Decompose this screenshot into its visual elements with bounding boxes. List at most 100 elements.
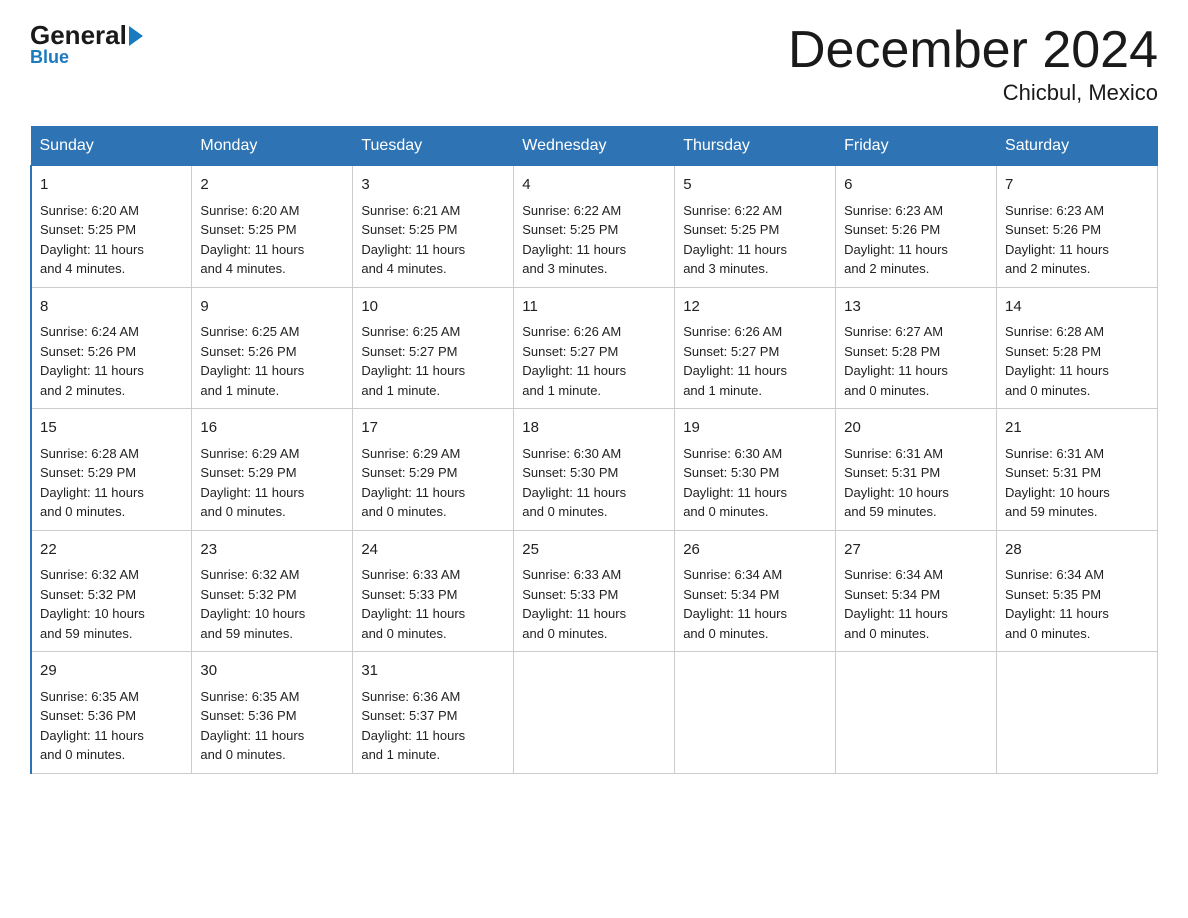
- day-info: Sunrise: 6:32 AM Sunset: 5:32 PM Dayligh…: [40, 565, 183, 643]
- day-info: Sunrise: 6:28 AM Sunset: 5:29 PM Dayligh…: [40, 444, 183, 522]
- logo: General Blue: [30, 20, 145, 68]
- calendar-week-row: 8 Sunrise: 6:24 AM Sunset: 5:26 PM Daylig…: [31, 287, 1158, 409]
- day-number: 3: [361, 174, 505, 197]
- day-info: Sunrise: 6:29 AM Sunset: 5:29 PM Dayligh…: [361, 444, 505, 522]
- day-number: 19: [683, 417, 827, 440]
- calendar-cell: 23 Sunrise: 6:32 AM Sunset: 5:32 PM Dayli…: [192, 530, 353, 652]
- header-day-saturday: Saturday: [997, 127, 1158, 166]
- day-number: 15: [40, 417, 183, 440]
- day-info: Sunrise: 6:34 AM Sunset: 5:34 PM Dayligh…: [844, 565, 988, 643]
- day-number: 26: [683, 539, 827, 562]
- logo-arrow-icon: [129, 26, 143, 46]
- calendar-cell: [514, 652, 675, 774]
- header-day-monday: Monday: [192, 127, 353, 166]
- day-info: Sunrise: 6:25 AM Sunset: 5:27 PM Dayligh…: [361, 322, 505, 400]
- calendar-cell: 6 Sunrise: 6:23 AM Sunset: 5:26 PM Daylig…: [836, 166, 997, 288]
- calendar-cell: 7 Sunrise: 6:23 AM Sunset: 5:26 PM Daylig…: [997, 166, 1158, 288]
- calendar-cell: [675, 652, 836, 774]
- day-info: Sunrise: 6:35 AM Sunset: 5:36 PM Dayligh…: [200, 687, 344, 765]
- day-number: 20: [844, 417, 988, 440]
- calendar-week-row: 1Sunrise: 6:20 AM Sunset: 5:25 PM Daylig…: [31, 166, 1158, 288]
- day-info: Sunrise: 6:29 AM Sunset: 5:29 PM Dayligh…: [200, 444, 344, 522]
- day-info: Sunrise: 6:34 AM Sunset: 5:35 PM Dayligh…: [1005, 565, 1149, 643]
- day-number: 11: [522, 296, 666, 319]
- header-day-thursday: Thursday: [675, 127, 836, 166]
- calendar-subtitle: Chicbul, Mexico: [788, 80, 1158, 106]
- day-info: Sunrise: 6:23 AM Sunset: 5:26 PM Dayligh…: [1005, 201, 1149, 279]
- calendar-cell: 3 Sunrise: 6:21 AM Sunset: 5:25 PM Daylig…: [353, 166, 514, 288]
- calendar-week-row: 22 Sunrise: 6:32 AM Sunset: 5:32 PM Dayli…: [31, 530, 1158, 652]
- calendar-cell: 27 Sunrise: 6:34 AM Sunset: 5:34 PM Dayli…: [836, 530, 997, 652]
- day-info: Sunrise: 6:27 AM Sunset: 5:28 PM Dayligh…: [844, 322, 988, 400]
- day-info: Sunrise: 6:34 AM Sunset: 5:34 PM Dayligh…: [683, 565, 827, 643]
- calendar-cell: 14 Sunrise: 6:28 AM Sunset: 5:28 PM Dayli…: [997, 287, 1158, 409]
- day-number: 29: [40, 660, 183, 683]
- day-info: Sunrise: 6:24 AM Sunset: 5:26 PM Dayligh…: [40, 322, 183, 400]
- day-number: 7: [1005, 174, 1149, 197]
- calendar-cell: 2 Sunrise: 6:20 AM Sunset: 5:25 PM Daylig…: [192, 166, 353, 288]
- calendar-cell: 9 Sunrise: 6:25 AM Sunset: 5:26 PM Daylig…: [192, 287, 353, 409]
- day-number: 30: [200, 660, 344, 683]
- calendar-cell: 26 Sunrise: 6:34 AM Sunset: 5:34 PM Dayli…: [675, 530, 836, 652]
- day-info: Sunrise: 6:20 AM Sunset: 5:25 PM Dayligh…: [40, 201, 183, 279]
- day-number: 5: [683, 174, 827, 197]
- calendar-cell: 4Sunrise: 6:22 AM Sunset: 5:25 PM Daylig…: [514, 166, 675, 288]
- calendar-cell: 28Sunrise: 6:34 AM Sunset: 5:35 PM Dayli…: [997, 530, 1158, 652]
- calendar-cell: 12 Sunrise: 6:26 AM Sunset: 5:27 PM Dayli…: [675, 287, 836, 409]
- calendar-cell: 13 Sunrise: 6:27 AM Sunset: 5:28 PM Dayli…: [836, 287, 997, 409]
- day-info: Sunrise: 6:26 AM Sunset: 5:27 PM Dayligh…: [683, 322, 827, 400]
- day-number: 22: [40, 539, 183, 562]
- day-info: Sunrise: 6:21 AM Sunset: 5:25 PM Dayligh…: [361, 201, 505, 279]
- day-info: Sunrise: 6:22 AM Sunset: 5:25 PM Dayligh…: [683, 201, 827, 279]
- calendar-week-row: 29 Sunrise: 6:35 AM Sunset: 5:36 PM Dayli…: [31, 652, 1158, 774]
- calendar-cell: 5 Sunrise: 6:22 AM Sunset: 5:25 PM Daylig…: [675, 166, 836, 288]
- day-number: 10: [361, 296, 505, 319]
- day-info: Sunrise: 6:33 AM Sunset: 5:33 PM Dayligh…: [522, 565, 666, 643]
- calendar-title: December 2024: [788, 20, 1158, 80]
- day-number: 24: [361, 539, 505, 562]
- calendar-cell: 15 Sunrise: 6:28 AM Sunset: 5:29 PM Dayli…: [31, 409, 192, 531]
- day-number: 14: [1005, 296, 1149, 319]
- calendar-week-row: 15 Sunrise: 6:28 AM Sunset: 5:29 PM Dayli…: [31, 409, 1158, 531]
- day-number: 2: [200, 174, 344, 197]
- page-header: General Blue December 2024 Chicbul, Mexi…: [30, 20, 1158, 106]
- calendar-table: SundayMondayTuesdayWednesdayThursdayFrid…: [30, 126, 1158, 774]
- day-number: 9: [200, 296, 344, 319]
- day-number: 8: [40, 296, 183, 319]
- calendar-header-row: SundayMondayTuesdayWednesdayThursdayFrid…: [31, 127, 1158, 166]
- day-number: 6: [844, 174, 988, 197]
- day-number: 27: [844, 539, 988, 562]
- header-day-friday: Friday: [836, 127, 997, 166]
- calendar-cell: 19Sunrise: 6:30 AM Sunset: 5:30 PM Dayli…: [675, 409, 836, 531]
- day-info: Sunrise: 6:25 AM Sunset: 5:26 PM Dayligh…: [200, 322, 344, 400]
- day-number: 23: [200, 539, 344, 562]
- calendar-cell: 8 Sunrise: 6:24 AM Sunset: 5:26 PM Daylig…: [31, 287, 192, 409]
- calendar-cell: 11 Sunrise: 6:26 AM Sunset: 5:27 PM Dayli…: [514, 287, 675, 409]
- day-info: Sunrise: 6:36 AM Sunset: 5:37 PM Dayligh…: [361, 687, 505, 765]
- day-number: 13: [844, 296, 988, 319]
- day-number: 17: [361, 417, 505, 440]
- day-info: Sunrise: 6:23 AM Sunset: 5:26 PM Dayligh…: [844, 201, 988, 279]
- day-number: 4: [522, 174, 666, 197]
- day-info: Sunrise: 6:31 AM Sunset: 5:31 PM Dayligh…: [844, 444, 988, 522]
- header-day-sunday: Sunday: [31, 127, 192, 166]
- day-number: 18: [522, 417, 666, 440]
- day-info: Sunrise: 6:33 AM Sunset: 5:33 PM Dayligh…: [361, 565, 505, 643]
- title-area: December 2024 Chicbul, Mexico: [788, 20, 1158, 106]
- header-day-tuesday: Tuesday: [353, 127, 514, 166]
- calendar-cell: 10 Sunrise: 6:25 AM Sunset: 5:27 PM Dayli…: [353, 287, 514, 409]
- day-info: Sunrise: 6:35 AM Sunset: 5:36 PM Dayligh…: [40, 687, 183, 765]
- calendar-cell: 16Sunrise: 6:29 AM Sunset: 5:29 PM Dayli…: [192, 409, 353, 531]
- calendar-cell: 25Sunrise: 6:33 AM Sunset: 5:33 PM Dayli…: [514, 530, 675, 652]
- day-info: Sunrise: 6:26 AM Sunset: 5:27 PM Dayligh…: [522, 322, 666, 400]
- day-info: Sunrise: 6:30 AM Sunset: 5:30 PM Dayligh…: [522, 444, 666, 522]
- day-number: 31: [361, 660, 505, 683]
- day-info: Sunrise: 6:32 AM Sunset: 5:32 PM Dayligh…: [200, 565, 344, 643]
- day-info: Sunrise: 6:28 AM Sunset: 5:28 PM Dayligh…: [1005, 322, 1149, 400]
- day-number: 12: [683, 296, 827, 319]
- calendar-cell: 22 Sunrise: 6:32 AM Sunset: 5:32 PM Dayli…: [31, 530, 192, 652]
- calendar-cell: [836, 652, 997, 774]
- calendar-cell: 30 Sunrise: 6:35 AM Sunset: 5:36 PM Dayli…: [192, 652, 353, 774]
- day-info: Sunrise: 6:20 AM Sunset: 5:25 PM Dayligh…: [200, 201, 344, 279]
- calendar-cell: [997, 652, 1158, 774]
